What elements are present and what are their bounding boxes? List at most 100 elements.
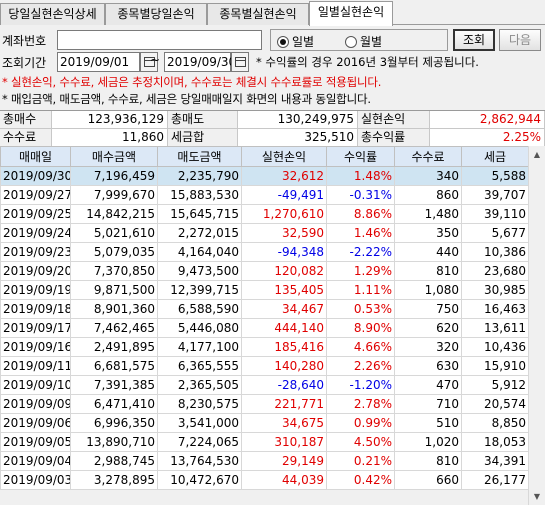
cell-fee: 470 [394,375,462,395]
table-row[interactable]: 2019/09/20 7,370,850 9,473,500 120,082 1.29%… [0,261,529,281]
scroll-down-arrow-icon[interactable]: ▼ [529,488,545,505]
table-row[interactable]: 2019/09/25 14,842,215 15,645,715 1,270,610 8… [0,204,529,224]
cell-trade-date: 2019/09/16 [0,337,71,357]
cell-trade-date: 2019/09/06 [0,413,71,433]
table-row[interactable]: 2019/09/23 5,079,035 4,164,040 -94,348 -2.22… [0,242,529,262]
cell-buy-amount: 7,391,385 [70,375,158,395]
cell-sell-amount: 15,645,715 [157,204,242,224]
tab-realized-detail[interactable]: 당일실현손익상세 [0,3,105,25]
cell-buy-amount: 8,901,360 [70,299,158,319]
fee-value: 11,860 [52,129,168,147]
cell-trade-date: 2019/09/17 [0,318,71,338]
radio-daily-label: 일별 [292,35,315,49]
col-header-fee[interactable]: 수수료 [394,146,462,167]
cell-sell-amount: 6,588,590 [157,299,242,319]
cell-tax: 23,680 [461,261,529,281]
cell-tax: 30,985 [461,280,529,300]
table-row[interactable]: 2019/09/05 13,890,710 7,224,065 310,187 4.50… [0,432,529,452]
cell-tax: 18,053 [461,432,529,452]
cell-sell-amount: 2,272,015 [157,223,242,243]
cell-fee: 1,480 [394,204,462,224]
cell-yield: -2.22% [326,242,395,262]
radio-monthly-dot [345,36,357,48]
cell-tax: 16,463 [461,299,529,319]
cell-sell-amount: 8,230,575 [157,394,242,414]
table-row[interactable]: 2019/09/19 9,871,500 12,399,715 135,405 1.11… [0,280,529,300]
cell-yield: 2.26% [326,356,395,376]
table-row[interactable]: 2019/09/24 5,021,610 2,272,015 32,590 1.46% 3… [0,223,529,243]
cell-fee: 860 [394,185,462,205]
radio-daily-dot [277,36,289,48]
table-row[interactable]: 2019/09/18 8,901,360 6,588,590 34,467 0.53% 7… [0,299,529,319]
cell-buy-amount: 7,370,850 [70,261,158,281]
total-sell-value: 130,249,975 [238,111,358,129]
query-button[interactable]: 조회 [453,29,495,51]
cell-trade-date: 2019/09/30 [0,166,71,186]
cell-sell-amount: 9,473,500 [157,261,242,281]
table-row[interactable]: 2019/09/16 2,491,895 4,177,100 185,416 4.66%… [0,337,529,357]
table-row[interactable]: 2019/09/06 6,996,350 3,541,000 34,675 0.99% 5… [0,413,529,433]
cell-realized-pnl: -28,640 [241,375,327,395]
daily-realized-pnl-table: 매매일 매수금액 매도금액 실현손익 수익률 수수료 세금 2019/09/30… [0,146,529,490]
cell-buy-amount: 6,996,350 [70,413,158,433]
cell-realized-pnl: 29,149 [241,451,327,471]
cell-buy-amount: 7,196,459 [70,166,158,186]
period-label: 조회기간 [2,56,47,70]
cell-yield: 2.78% [326,394,395,414]
tab-stock-realized-pnl[interactable]: 종목별실현손익 [207,3,309,25]
table-row[interactable]: 2019/09/10 7,391,385 2,365,505 -28,640 -1.20… [0,375,529,395]
calendar-icon[interactable] [231,52,249,72]
vertical-scrollbar[interactable]: ▲ ▼ [528,146,545,505]
tab-bar: 당일실현손익상세 종목별당일손익 종목별실현손익 일별실현손익 [0,0,545,26]
cell-fee: 440 [394,242,462,262]
cell-tax: 15,910 [461,356,529,376]
cell-yield: 0.53% [326,299,395,319]
cell-fee: 750 [394,299,462,319]
col-header-trade-date[interactable]: 매매일 [0,146,71,167]
cell-sell-amount: 5,446,080 [157,318,242,338]
same-as-journal-notice: * 매입금액, 매도금액, 수수료, 세금은 당일매매일지 화면의 내용과 동일… [2,92,371,106]
cell-trade-date: 2019/09/20 [0,261,71,281]
date-to-input[interactable]: 2019/09/30 [164,52,236,72]
radio-monthly[interactable]: 월별 [345,33,382,50]
cell-sell-amount: 4,177,100 [157,337,242,357]
cell-buy-amount: 7,999,670 [70,185,158,205]
table-row[interactable]: 2019/09/17 7,462,465 5,446,080 444,140 8.90%… [0,318,529,338]
cell-realized-pnl: 1,270,610 [241,204,327,224]
cell-sell-amount: 4,164,040 [157,242,242,262]
table-row[interactable]: 2019/09/09 6,471,410 8,230,575 221,771 2.78%… [0,394,529,414]
cell-realized-pnl: 185,416 [241,337,327,357]
cell-realized-pnl: 34,675 [241,413,327,433]
next-button[interactable]: 다음 [499,29,541,51]
scroll-up-arrow-icon[interactable]: ▲ [529,146,545,163]
table-row[interactable]: 2019/09/27 7,999,670 15,883,530 -49,491 -0.3… [0,185,529,205]
account-number-input[interactable] [57,30,262,50]
table-row[interactable]: 2019/09/04 2,988,745 13,764,530 29,149 0.21%… [0,451,529,471]
date-from-input[interactable]: 2019/09/01 [57,52,140,72]
col-header-yield[interactable]: 수익률 [326,146,395,167]
radio-daily[interactable]: 일별 [277,33,314,50]
table-row[interactable]: 2019/09/30 7,196,459 2,235,790 32,612 1.48% 3… [0,166,529,186]
col-header-sell-amount[interactable]: 매도금액 [157,146,242,167]
col-header-realized-pnl[interactable]: 실현손익 [241,146,327,167]
col-header-tax[interactable]: 세금 [461,146,529,167]
total-buy-value: 123,936,129 [52,111,168,129]
estimate-notice: * 실현손익, 수수료, 세금은 추정치이며, 수수료는 체결시 수수료률로 적… [2,75,382,89]
cell-yield: 8.86% [326,204,395,224]
tab-daily-realized-pnl[interactable]: 일별실현손익 [309,1,393,26]
cell-tax: 5,912 [461,375,529,395]
cell-trade-date: 2019/09/04 [0,451,71,471]
tab-stock-daily-pnl[interactable]: 종목별당일손익 [105,3,207,25]
table-header-row: 매매일 매수금액 매도금액 실현손익 수익률 수수료 세금 [0,146,529,167]
total-yield-value: 2.25% [430,129,545,147]
table-row[interactable]: 2019/09/11 6,681,575 6,365,555 140,280 2.26%… [0,356,529,376]
cell-yield: 0.99% [326,413,395,433]
cell-yield: 1.11% [326,280,395,300]
cell-tax: 5,588 [461,166,529,186]
cell-yield: 1.48% [326,166,395,186]
cell-fee: 660 [394,470,462,490]
col-header-buy-amount[interactable]: 매수금액 [70,146,158,167]
table-row[interactable]: 2019/09/03 3,278,895 10,472,670 44,039 0.42%… [0,470,529,490]
cell-tax: 39,707 [461,185,529,205]
cell-trade-date: 2019/09/09 [0,394,71,414]
